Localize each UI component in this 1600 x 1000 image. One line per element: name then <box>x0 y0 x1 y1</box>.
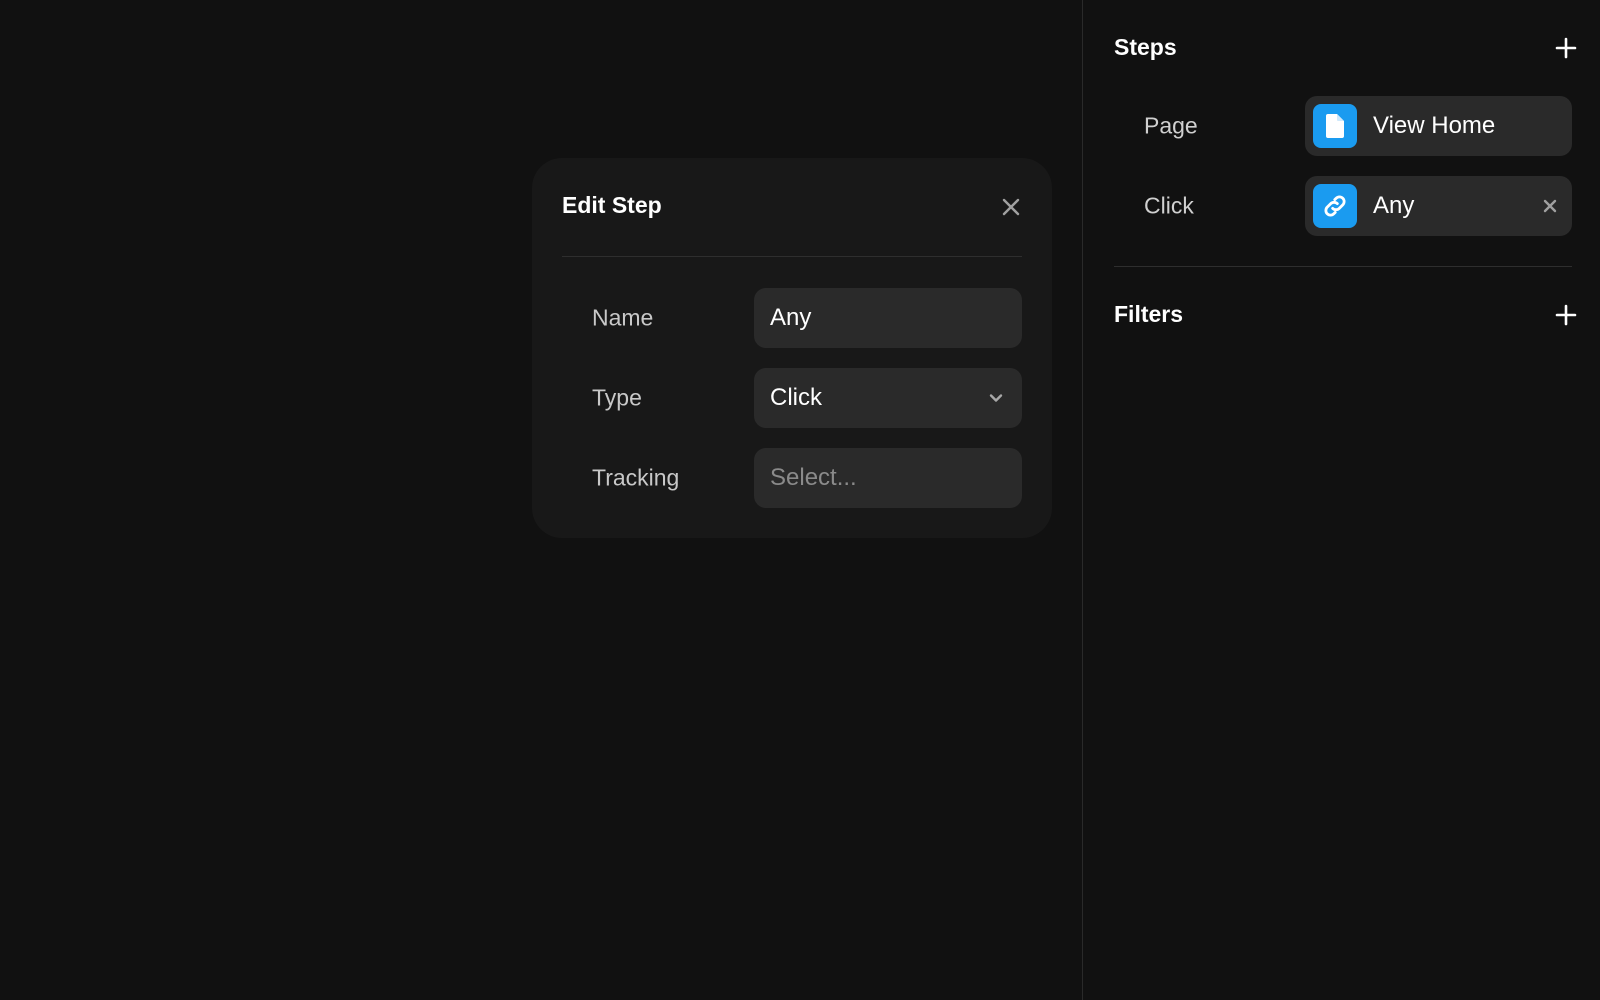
name-input[interactable] <box>754 288 1022 348</box>
tracking-label: Tracking <box>592 464 680 491</box>
type-select-value: Click <box>770 384 822 411</box>
add-step-icon[interactable] <box>1554 36 1578 60</box>
tracking-input[interactable] <box>754 448 1022 508</box>
type-select[interactable]: Click <box>754 368 1022 428</box>
step-chip-click[interactable]: Any <box>1305 176 1572 236</box>
chevron-down-icon <box>989 394 1003 402</box>
name-label: Name <box>592 304 654 331</box>
right-sidebar: Steps Page View Home Click Any Filters <box>1082 0 1600 1000</box>
name-row: Name <box>592 288 1022 348</box>
section-divider <box>1114 266 1572 267</box>
step-label: Click <box>1144 192 1194 219</box>
type-label: Type <box>592 384 642 411</box>
remove-step-icon[interactable] <box>1540 196 1560 216</box>
step-label: Page <box>1144 112 1198 139</box>
page-icon <box>1313 104 1357 148</box>
add-filter-icon[interactable] <box>1554 303 1578 327</box>
step-chip-text: View Home <box>1373 112 1496 139</box>
filters-title: Filters <box>1114 301 1184 327</box>
close-icon[interactable] <box>1000 196 1022 218</box>
step-chip-page[interactable]: View Home <box>1305 96 1572 156</box>
step-chip-text: Any <box>1373 192 1415 219</box>
dialog-header: Edit Step <box>562 158 1022 257</box>
steps-title: Steps <box>1114 34 1177 60</box>
edit-step-dialog: Edit Step Name Type Click Tracking <box>532 158 1052 538</box>
link-icon <box>1313 184 1357 228</box>
step-row-page: Page View Home <box>1144 96 1572 156</box>
tracking-row: Tracking <box>592 448 1022 508</box>
step-row-click: Click Any <box>1144 176 1572 236</box>
dialog-title: Edit Step <box>562 192 662 218</box>
type-row: Type Click <box>592 368 1022 428</box>
